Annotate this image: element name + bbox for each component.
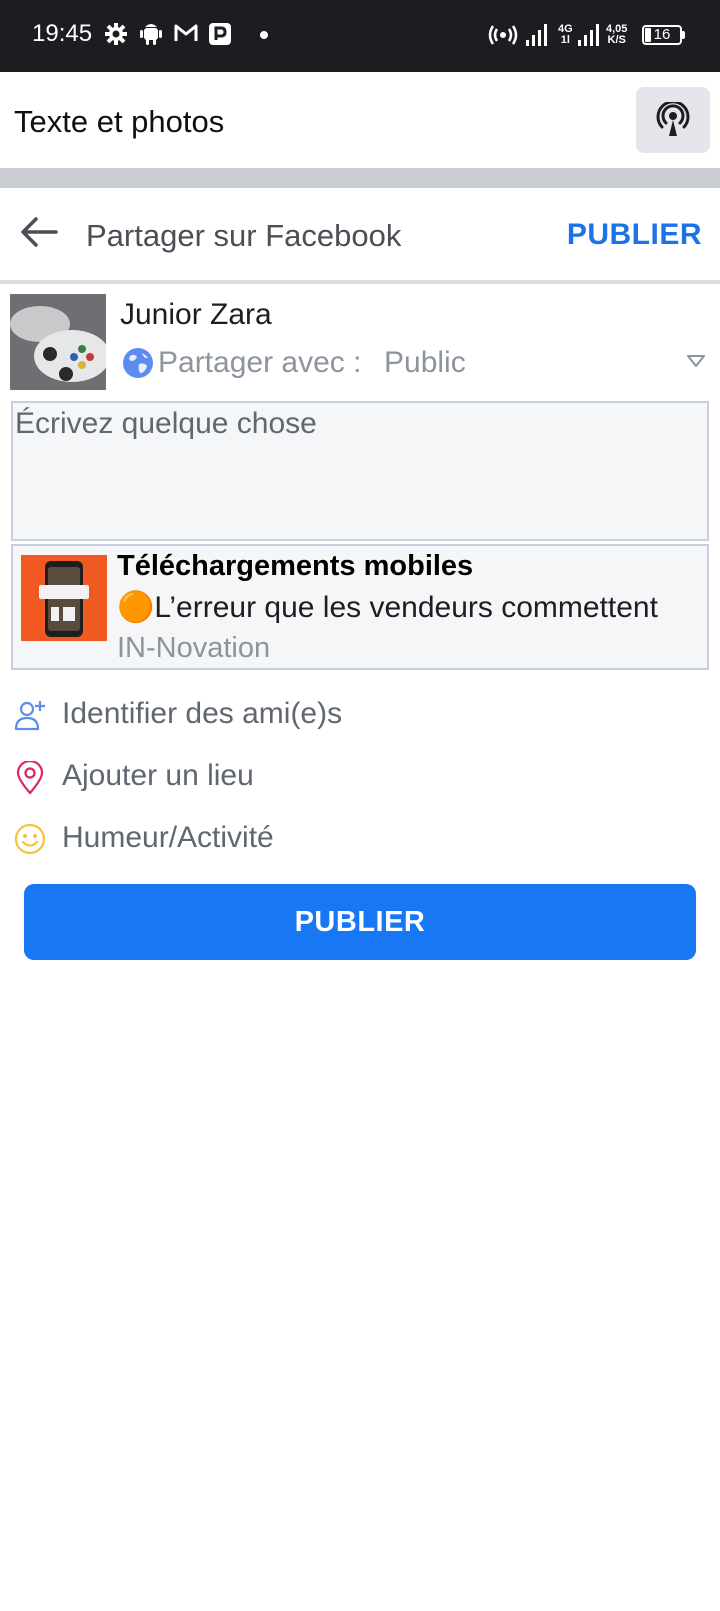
add-location-label: Ajouter un lieu: [62, 759, 254, 792]
link-preview-card[interactable]: Téléchargements mobiles 🟠L’erreur que le…: [11, 544, 709, 670]
post-text-input[interactable]: Écrivez quelque chose: [11, 401, 709, 541]
network-speed-unit: K/S: [607, 34, 626, 46]
section-divider: [0, 168, 720, 188]
share-header-title: Partager sur Facebook: [86, 218, 402, 253]
network-type: 4G 1l: [558, 24, 573, 46]
network-type-bottom: 1l: [560, 34, 570, 46]
add-location-option[interactable]: Ajouter un lieu: [0, 749, 720, 805]
audience-selector[interactable]: Public: [384, 346, 466, 380]
add-person-icon: [14, 699, 46, 736]
settings-icon: [104, 22, 128, 51]
signal-icon: [526, 24, 548, 51]
app-notification-icon: [208, 22, 232, 51]
avatar: [10, 294, 106, 390]
chevron-down-icon[interactable]: [686, 354, 706, 373]
publish-link-button[interactable]: PUBLIER: [567, 218, 702, 252]
hotspot-icon: [488, 24, 518, 51]
battery-level: 16: [653, 26, 671, 43]
back-arrow-icon[interactable]: [20, 216, 60, 253]
link-preview-thumbnail: [21, 555, 107, 641]
post-text-placeholder: Écrivez quelque chose: [15, 407, 317, 440]
location-pin-icon: [14, 759, 46, 800]
status-time: 19:45: [32, 20, 93, 47]
more-notifications-dot: [260, 31, 268, 39]
battery-icon: 16: [642, 25, 682, 45]
broadcast-button[interactable]: [636, 87, 710, 153]
link-preview-source: IN-Novation: [117, 632, 271, 664]
publish-button[interactable]: PUBLIER: [24, 884, 696, 960]
status-bar: 19:45 4G 1l 4,05 K/S 16: [0, 0, 720, 72]
link-preview-description: 🟠L’erreur que les vendeurs commettent: [117, 591, 658, 624]
feeling-activity-option[interactable]: Humeur/Activité: [0, 811, 720, 867]
globe-icon: [122, 347, 154, 384]
share-header: Partager sur Facebook PUBLIER: [0, 188, 720, 284]
app-bar: Texte et photos: [0, 72, 720, 168]
gmail-icon: [174, 22, 198, 49]
smiley-icon: [14, 823, 46, 860]
user-row: Junior Zara Partager avec : Public: [0, 284, 720, 394]
signal-icon-2: [578, 24, 600, 51]
battery-cap: [682, 31, 685, 39]
user-name: Junior Zara: [120, 298, 272, 331]
feeling-activity-label: Humeur/Activité: [62, 821, 274, 854]
tag-friends-option[interactable]: Identifier des ami(e)s: [0, 687, 720, 743]
tag-friends-label: Identifier des ami(e)s: [62, 697, 343, 730]
app-bar-title: Texte et photos: [14, 104, 225, 139]
link-preview-title: Téléchargements mobiles: [117, 550, 474, 582]
android-icon: [140, 22, 162, 51]
share-with-label: Partager avec :: [158, 346, 362, 379]
network-speed: 4,05 K/S: [606, 24, 627, 46]
